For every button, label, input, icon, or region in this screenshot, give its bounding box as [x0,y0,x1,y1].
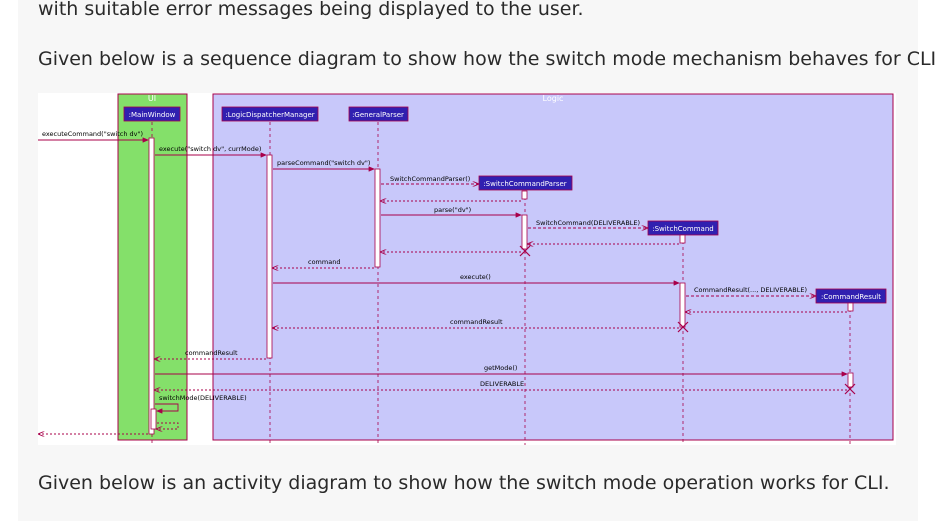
participant-general-parser: :GeneralParser [348,106,409,122]
msg-parse-label: parse("dv") [434,206,471,214]
logic-box-label: Logic [543,94,564,103]
svg-text::SwitchCommandParser: :SwitchCommandParser [483,180,567,188]
svg-text::MainWindow: :MainWindow [129,111,176,119]
msg-return-command-result-ui-label: commandResult [185,349,238,357]
svg-text::SwitchCommand: :SwitchCommand [652,225,713,233]
msg-execute-cmd-label: execute() [460,273,491,281]
svg-text::CommandResult: :CommandResult [821,293,881,301]
paragraph-sequence-intro: Given below is a sequence diagram to sho… [38,48,935,70]
msg-switch-mode-label: switchMode(DELIVERABLE) [159,394,247,402]
participant-main-window: :MainWindow [123,106,181,122]
paragraph-top: with suitable error messages being displ… [38,0,584,20]
ui-box-label: UI [148,94,156,103]
msg-execute-label: execute("switch dv", currMode) [159,145,261,153]
msg-create-command-label: SwitchCommand(DELIVERABLE) [536,219,640,227]
msg-get-mode-label: getMode() [484,364,517,372]
msg-create-result-label: CommandResult(..., DELIVERABLE) [694,286,807,294]
sequence-diagram: UI Logic :MainWindow :LogicDispatcherMan… [38,93,896,445]
msg-parse-command-label: parseCommand("switch dv") [277,159,370,167]
participant-logic-dispatcher: :LogicDispatcherManager [221,106,319,122]
paragraph-activity-intro: Given below is an activity diagram to sh… [38,472,890,494]
participant-command-result: :CommandResult [815,288,887,304]
svg-text::LogicDispatcherManager: :LogicDispatcherManager [225,111,314,119]
sequence-diagram-svg: UI Logic :MainWindow :LogicDispatcherMan… [38,93,894,445]
participant-switch-command: :SwitchCommand [647,220,719,236]
svg-text::GeneralParser: :GeneralParser [352,111,404,119]
msg-create-parser-label: SwitchCommandParser() [390,175,470,183]
document-body: with suitable error messages being displ… [18,0,935,521]
logic-box [212,93,894,441]
participant-switch-command-parser: :SwitchCommandParser [478,175,573,191]
msg-execute-command-label: executeCommand("switch dv") [42,130,143,138]
msg-return-command-label: command [308,258,340,266]
msg-return-mode-label: DELIVERABLE [480,380,524,388]
msg-return-command-result-label: commandResult [450,318,503,326]
